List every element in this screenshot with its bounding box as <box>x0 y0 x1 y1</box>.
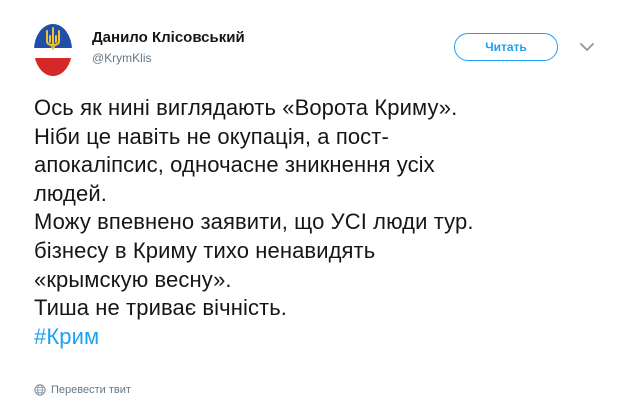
tweet-line: Тиша не триває вічність. <box>34 295 287 321</box>
tweet-header: Данило Клісовський @KrymKlis Читать <box>0 0 622 86</box>
author-handle[interactable]: @KrymKlis <box>92 49 245 67</box>
chevron-down-icon <box>580 42 594 51</box>
tweet-card: Данило Клісовський @KrymKlis Читать Ось … <box>0 0 622 409</box>
tweet-line: людей. <box>34 180 107 206</box>
tweet-line: апокаліпсис, одночасне зникнення усіх <box>34 152 435 178</box>
author-block[interactable]: Данило Клісовський @KrymKlis <box>92 28 245 67</box>
tweet-line: Ніби це навіть не окупація, а пост- <box>34 123 389 149</box>
tweet-line: бізнесу в Криму тихо ненавидять <box>34 237 376 263</box>
translate-tweet-link[interactable]: Перевести твит <box>34 383 131 397</box>
follow-button[interactable]: Читать <box>454 33 558 61</box>
hashtag-link[interactable]: #Крим <box>34 324 99 349</box>
tweet-line: Можу впевнено заявити, що УСІ люди тур. <box>34 209 474 235</box>
tweet-text: Ось як нині виглядають «Ворота Криму». Н… <box>34 94 604 351</box>
avatar[interactable] <box>34 24 72 76</box>
tweet-menu-button[interactable] <box>578 40 596 54</box>
author-display-name[interactable]: Данило Клісовський <box>92 28 245 48</box>
trident-flag-avatar-icon <box>34 24 72 76</box>
translate-label[interactable]: Перевести твит <box>51 383 131 397</box>
tweet-line: Ось як нині виглядають «Ворота Криму». <box>34 95 458 120</box>
tweet-line: «крымскую весну». <box>34 266 232 292</box>
globe-icon <box>34 384 46 396</box>
